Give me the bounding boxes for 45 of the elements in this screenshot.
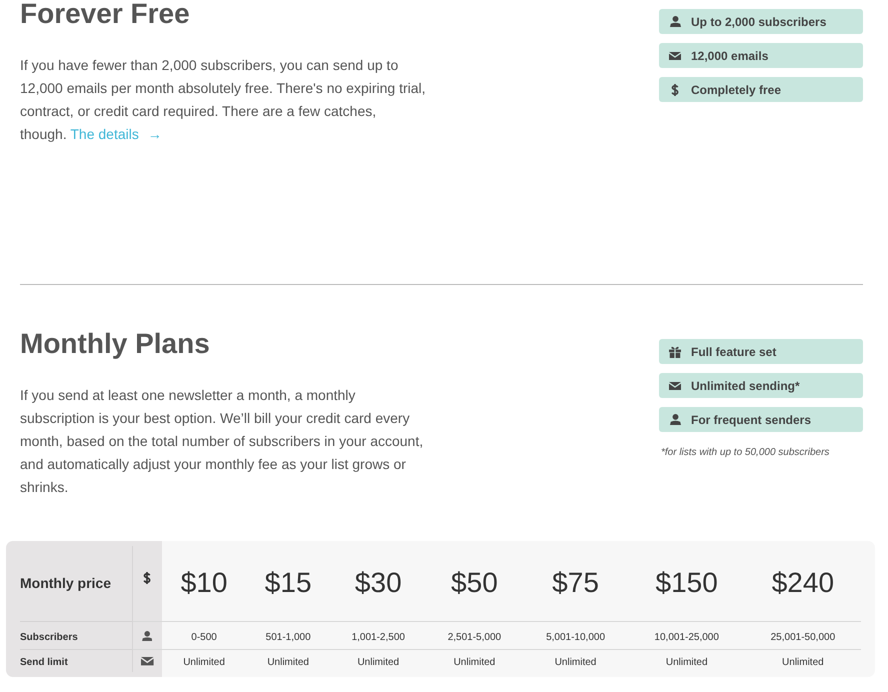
price-value: $30 [354, 567, 402, 598]
subscriber-range: 501-1,000 [266, 632, 311, 642]
dollar-icon [143, 572, 152, 584]
dollar-icon [671, 84, 679, 96]
section-heading: Forever Free [20, 0, 191, 28]
send-limit-value: Unlimited [357, 657, 400, 668]
section-description: If you have fewer than 2,000 subscribers, you can send up to 12,000 emails per month absolutely free. There's no expiring trial, contract, or credit card required. There are a few catches, though. The details → [20, 56, 427, 144]
subscriber-range: 1,001-2,500 [352, 632, 405, 642]
send-limit-value: Unlimited [782, 657, 824, 668]
price-value: $15 [264, 567, 312, 598]
feature-text: For frequent senders [691, 412, 812, 428]
subscriber-range: 0-500 [191, 632, 217, 642]
feature-text: Unlimited sending* [691, 378, 800, 394]
send-limit-value: Unlimited [454, 657, 496, 668]
send-limit-value: Unlimited [554, 657, 596, 668]
user-icon [670, 16, 680, 27]
feature-text: Full feature set [691, 344, 776, 360]
feature-text: Up to 2,000 subscribers [691, 14, 826, 30]
footnote-text: *for lists with up to 50,000 subscribers [661, 447, 830, 459]
send-limit-value: Unlimited [267, 657, 309, 668]
feature-text: Completely free [691, 82, 782, 98]
price-value: $50 [451, 567, 498, 598]
row-label: Subscribers [20, 632, 78, 642]
user-icon [142, 630, 152, 642]
section-description: If you send at least one newsletter a month, a monthly subscription is your best option. We’ll bill your credit card every month, based on the total number of subscribers in your account, and automatically adjust your monthly fee as your list grows or shrinks. [20, 386, 424, 497]
user-icon [670, 414, 680, 425]
details-link[interactable]: The details → [70, 126, 162, 142]
price-value: $150 [656, 567, 718, 598]
gift-icon [669, 346, 681, 358]
send-limit-value: Unlimited [666, 657, 708, 668]
section-heading: Monthly Plans [20, 330, 211, 358]
subscriber-range: 5,001-10,000 [546, 632, 606, 642]
subscriber-range: 25,001-50,000 [770, 632, 836, 642]
feature-text: 12,000 emails [691, 48, 768, 64]
price-value: $75 [552, 567, 599, 598]
subscriber-range: 10,001-25,000 [654, 632, 719, 642]
row-label: Send limit [20, 657, 68, 668]
subscriber-range: 2,501-5,000 [448, 632, 502, 642]
envelope-icon [669, 382, 681, 390]
price-value: $240 [772, 567, 834, 598]
row-label: Monthly price [20, 574, 112, 591]
envelope-icon [669, 52, 681, 60]
price-value: $10 [180, 567, 228, 598]
send-limit-value: Unlimited [183, 657, 225, 668]
envelope-icon [140, 657, 154, 666]
